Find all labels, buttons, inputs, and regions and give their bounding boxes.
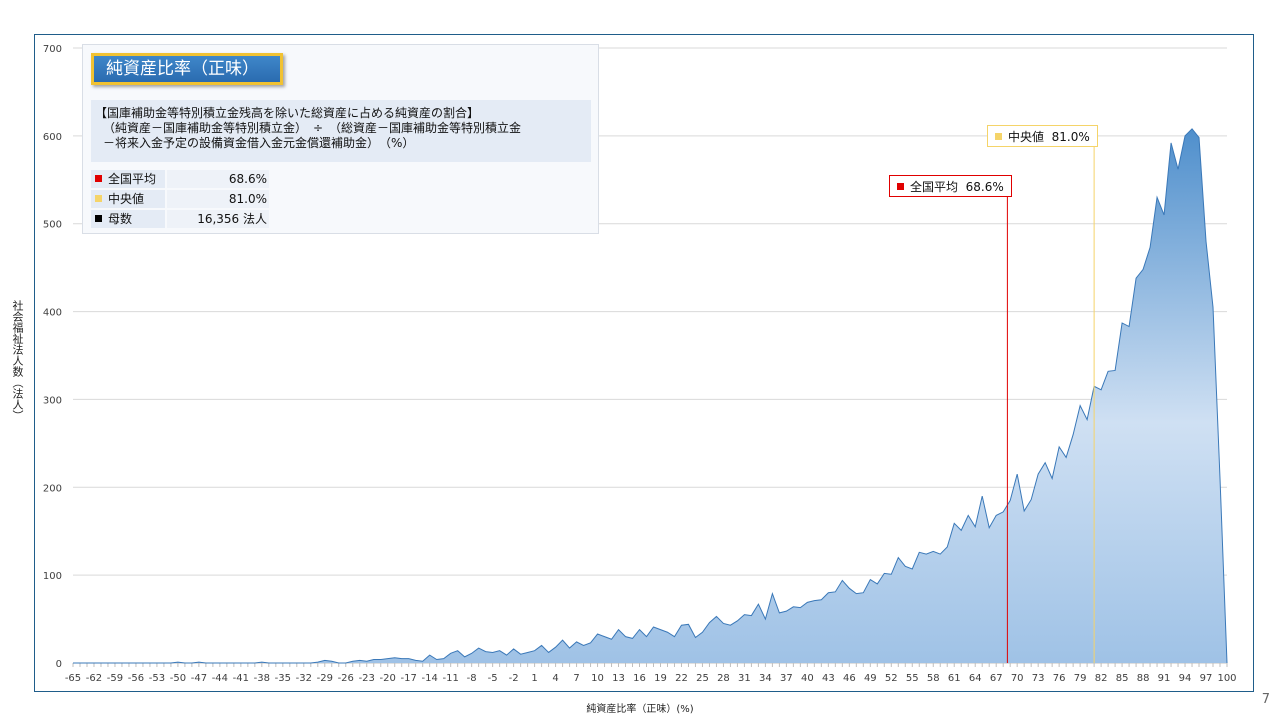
x-tick-label: 49 xyxy=(864,673,877,684)
x-tick-label: -56 xyxy=(128,673,144,684)
x-tick-label: -29 xyxy=(317,673,333,684)
x-tick-label: 70 xyxy=(1011,673,1024,684)
y-tick-label: 500 xyxy=(43,220,62,231)
x-tick-label: -35 xyxy=(275,673,291,684)
y-tick-label: 600 xyxy=(43,132,62,143)
page-number: 7 xyxy=(1261,692,1270,707)
stat-label: 中央値 xyxy=(108,192,145,206)
x-tick-label: 67 xyxy=(990,673,1003,684)
x-tick-label: -53 xyxy=(149,673,165,684)
x-tick-label: -14 xyxy=(422,673,438,684)
x-tick-label: 52 xyxy=(885,673,898,684)
x-tick-label: -62 xyxy=(86,673,102,684)
y-tick-label: 0 xyxy=(56,659,62,670)
x-tick-label: 100 xyxy=(1217,673,1236,684)
x-tick-label: -59 xyxy=(107,673,123,684)
x-tick-label: 43 xyxy=(822,673,835,684)
formula-line: 【国庫補助金等特別積立金残高を除いた総資産に占める純資産の割合】 xyxy=(95,106,480,120)
x-tick-label: 85 xyxy=(1116,673,1129,684)
y-tick-label: 100 xyxy=(43,571,62,582)
x-tick-label: 31 xyxy=(738,673,751,684)
x-tick-label: 46 xyxy=(843,673,856,684)
x-tick-label: -8 xyxy=(467,673,477,684)
x-tick-label: 4 xyxy=(552,673,558,684)
x-tick-label: 97 xyxy=(1200,673,1213,684)
x-tick-label: -41 xyxy=(233,673,249,684)
y-tick-label: 700 xyxy=(43,44,62,55)
stat-row-average: 全国平均 68.6% xyxy=(91,170,269,189)
formula-line: （純資産－国庫補助金等特別積立金） ÷ （総資産－国庫補助金等特別積立金 xyxy=(103,121,522,135)
stat-value: 16,356 法人 xyxy=(167,210,269,228)
x-tick-label: -47 xyxy=(191,673,207,684)
x-tick-label: 10 xyxy=(591,673,604,684)
x-tick-label: -26 xyxy=(338,673,354,684)
x-tick-label: -23 xyxy=(359,673,375,684)
stat-label: 母数 xyxy=(108,212,133,226)
x-tick-label: -44 xyxy=(212,673,228,684)
callout-label: 中央値 xyxy=(1008,130,1045,144)
stat-label: 全国平均 xyxy=(108,172,157,186)
median-marker-icon xyxy=(995,133,1002,140)
stat-row-count: 母数 16,356 法人 xyxy=(91,210,269,229)
stat-value: 81.0% xyxy=(167,190,269,208)
x-tick-label: -5 xyxy=(488,673,498,684)
x-tick-label: 64 xyxy=(969,673,982,684)
x-tick-label: -65 xyxy=(65,673,81,684)
y-tick-label: 200 xyxy=(43,483,62,494)
y-tick-label: 400 xyxy=(43,308,62,319)
x-tick-label: 73 xyxy=(1032,673,1045,684)
x-tick-label: 76 xyxy=(1053,673,1066,684)
x-tick-label: 16 xyxy=(633,673,646,684)
average-callout: 全国平均 68.6% xyxy=(889,175,1012,197)
x-tick-label: 82 xyxy=(1095,673,1108,684)
metric-formula: 【国庫補助金等特別積立金残高を除いた総資産に占める純資産の割合】 （純資産－国庫… xyxy=(91,100,591,162)
x-tick-label: -32 xyxy=(296,673,312,684)
x-tick-label: -38 xyxy=(254,673,270,684)
average-marker-icon xyxy=(897,183,904,190)
callout-value: 68.6% xyxy=(965,180,1004,194)
x-tick-label: 1 xyxy=(531,673,537,684)
x-tick-label: -50 xyxy=(170,673,186,684)
formula-line: －将来入金予定の設備資金借入金元金償還補助金） （%） xyxy=(103,136,415,150)
x-tick-label: 28 xyxy=(717,673,730,684)
x-tick-label: -11 xyxy=(443,673,459,684)
x-tick-label: 7 xyxy=(573,673,579,684)
callout-label: 全国平均 xyxy=(910,180,959,194)
count-marker-icon xyxy=(95,215,102,222)
x-tick-label: -17 xyxy=(401,673,417,684)
x-tick-label: -2 xyxy=(509,673,519,684)
x-tick-label: 13 xyxy=(612,673,625,684)
x-tick-label: 55 xyxy=(906,673,919,684)
x-tick-label: 25 xyxy=(696,673,709,684)
median-marker-icon xyxy=(95,195,102,202)
x-tick-label: 34 xyxy=(759,673,772,684)
average-marker-icon xyxy=(95,175,102,182)
metric-info-box: 純資産比率（正味） 【国庫補助金等特別積立金残高を除いた総資産に占める純資産の割… xyxy=(82,44,599,234)
x-tick-label: 91 xyxy=(1158,673,1171,684)
median-callout: 中央値 81.0% xyxy=(987,125,1098,147)
callout-value: 81.0% xyxy=(1051,130,1090,144)
x-tick-label: -20 xyxy=(380,673,396,684)
x-tick-label: 22 xyxy=(675,673,688,684)
x-tick-label: 40 xyxy=(801,673,814,684)
metric-title: 純資産比率（正味） xyxy=(91,53,283,85)
x-tick-label: 94 xyxy=(1179,673,1192,684)
x-tick-label: 79 xyxy=(1074,673,1087,684)
x-tick-label: 58 xyxy=(927,673,940,684)
x-tick-label: 19 xyxy=(654,673,667,684)
x-tick-label: 88 xyxy=(1137,673,1150,684)
x-axis-label: 純資産比率（正味）(%) xyxy=(586,704,694,715)
stat-row-median: 中央値 81.0% xyxy=(91,190,269,209)
y-axis-label: 社会福祉法人数（法人） xyxy=(11,300,24,421)
stat-value: 68.6% xyxy=(167,170,269,188)
x-tick-label: 37 xyxy=(780,673,793,684)
y-tick-label: 300 xyxy=(43,395,62,406)
x-tick-label: 61 xyxy=(948,673,961,684)
